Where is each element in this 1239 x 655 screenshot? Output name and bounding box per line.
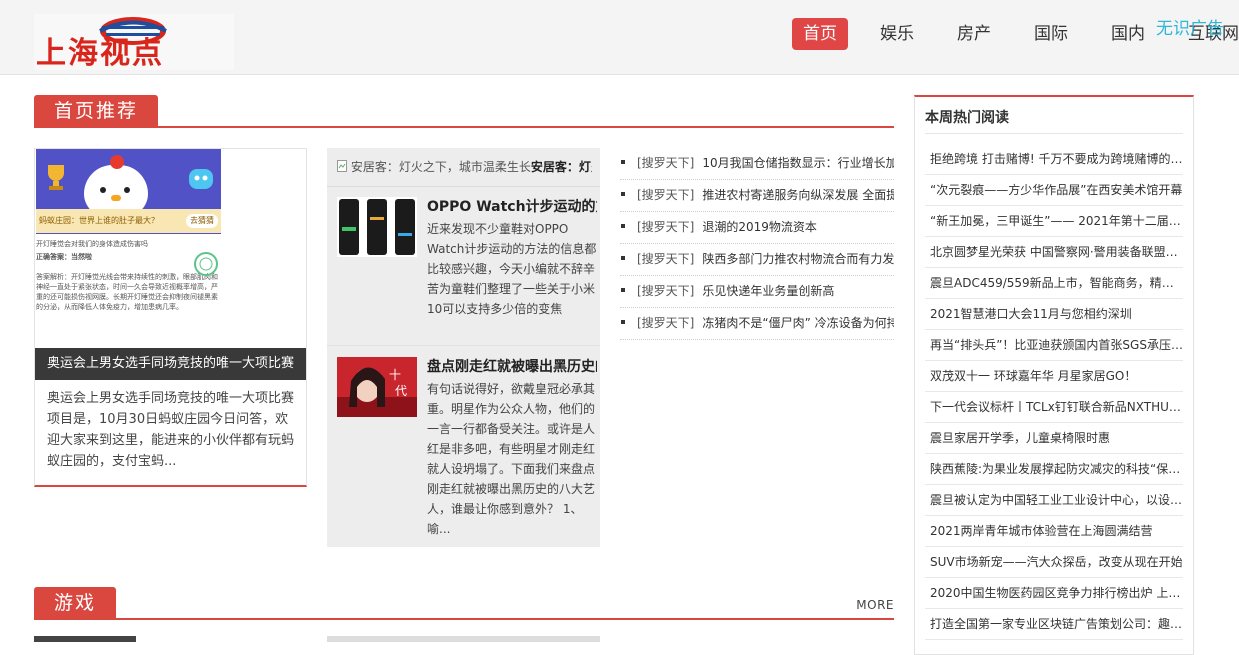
hot-read-item[interactable]: 震旦被认定为中国轻工业工业设计中心，以设计驱动创新 (925, 485, 1183, 516)
nav-item-international[interactable]: 国际 (1023, 18, 1079, 50)
news-list-item[interactable]: [搜罗天下] 退潮的2019物流资本 (620, 212, 894, 244)
article-title[interactable]: 盘点刚走红就被曝出黑历史的八大艺人 (427, 357, 597, 377)
middle-column: 安居客：灯火之下，城市温柔生长安居客：灯火之下，城市温柔生长 OPPO Watc… (327, 148, 600, 547)
hot-read-item[interactable]: 震旦ADC459/559新品上市，智能商务，精彩无限 (925, 268, 1183, 299)
nav-item-entertainment[interactable]: 娱乐 (869, 18, 925, 50)
recommend-section-header: 首页推荐 (34, 95, 894, 128)
games-thumbnail-edge (34, 636, 136, 642)
hot-read-item[interactable]: 下一代会议标杆丨TCLx钉钉联合新品NXTHUB发布 (925, 392, 1183, 423)
celebrity-image-icon: 十 代 (337, 357, 417, 417)
news-source: [搜罗天下] (637, 316, 695, 330)
nav-item-home[interactable]: 首页 (792, 18, 848, 50)
watch-image-icon (337, 197, 417, 257)
hot-read-item[interactable]: 2021智慧港口大会11月与您相约深圳 (925, 299, 1183, 330)
news-title[interactable]: 陕西多部门力推农村物流合而有力发展 (702, 252, 894, 266)
bullet-icon (621, 256, 625, 260)
quiz-question-text: 蚂蚁庄园：世界上谁的肚子最大？ (39, 216, 159, 225)
news-title[interactable]: 推进农村寄递服务向纵深发展 全面提速 (702, 188, 894, 202)
hot-read-item[interactable]: 陕西蕉陵:为果业发展撑起防灾减灾的科技“保护伞” (925, 454, 1183, 485)
hot-read-item[interactable]: 再当“排头兵”！比亚迪获颁国内首张SGS承压认证 (925, 330, 1183, 361)
bullet-icon (621, 288, 625, 292)
watch-thumbnail[interactable] (337, 197, 417, 257)
news-source: [搜罗天下] (637, 156, 695, 170)
article-title[interactable]: OPPO Watch计步运动的方法 (427, 197, 597, 217)
bullet-icon (621, 160, 625, 164)
hot-read-item[interactable]: “次元裂痕——方少华作品展”在西安美术馆开幕 (925, 175, 1183, 206)
news-title[interactable]: 10月我国仓储指数显示：行业增长加快 (702, 156, 894, 170)
recommend-section-title: 首页推荐 (34, 95, 159, 127)
bullet-icon (621, 192, 625, 196)
hot-read-item[interactable]: 震旦家居开学季，儿童桌椅限时惠 (925, 423, 1183, 454)
sidebar-title: 本周热门阅读 (925, 110, 1009, 126)
top-image-alt: 安居客：灯火之下，城市温柔生长 (350, 160, 531, 174)
news-list-item[interactable]: [搜罗天下] 陕西多部门力推农村物流合而有力发展 (620, 244, 894, 276)
news-list-item[interactable]: [搜罗天下] 10月我国仓储指数显示：行业增长加快 (620, 148, 894, 180)
broken-image-icon (337, 160, 347, 172)
quiz-guess-button: 去猜猜 (186, 214, 218, 228)
sidebar-divider (925, 133, 1183, 134)
svg-text:代: 代 (395, 384, 407, 398)
ad-link[interactable]: 无识广告 (1156, 14, 1224, 39)
article-desc: 近来发现不少童鞋对OPPO Watch计步运动的方法的信息都比较感兴趣，今天小编… (427, 222, 597, 316)
news-source: [搜罗天下] (637, 284, 695, 298)
news-title[interactable]: 乐见快递年业务量创新高 (702, 284, 834, 298)
bullet-icon (621, 320, 625, 324)
news-list: [搜罗天下] 10月我国仓储指数显示：行业增长加快 [搜罗天下] 推进农村寄递服务向… (620, 148, 894, 340)
top-image-link[interactable]: 安居客：灯火之下，城市温柔生长安居客：灯火之下，城市温柔生长 (337, 158, 592, 175)
games-section-title: 游戏 (34, 587, 117, 619)
news-source: [搜罗天下] (637, 220, 695, 234)
games-more-link[interactable]: MORE (856, 598, 894, 612)
feature-image[interactable]: 蚂蚁庄园：世界上谁的肚子最大？ 去猜猜 开灯睡觉会对我们的身体造成伤害吗 正确答… (35, 149, 306, 348)
news-title[interactable]: 冻猪肉不是“僵尸肉” 冷冻设备为何持续走高 (702, 316, 894, 330)
feature-title[interactable]: 奥运会上男女选手同场竞技的唯一大项比赛 (35, 348, 306, 380)
hot-reads-list: 拒绝跨境 打击赌博! 千万不要成为跨境赌博的受害者 “次元裂痕——方少华作品展”… (925, 144, 1183, 640)
article-desc: 有句话说得好，欲戴皇冠必承其重。明星作为公众人物，他们的一言一行都备受关注。或许… (427, 382, 596, 536)
news-list-item[interactable]: [搜罗天下] 冻猪肉不是“僵尸肉” 冷冻设备为何持续走高 (620, 308, 894, 340)
hot-read-item[interactable]: 2020中国生物医药园区竞争力排行榜出炉 上海领先 (925, 578, 1183, 609)
hot-reads-sidebar: 本周热门阅读 拒绝跨境 打击赌博! 千万不要成为跨境赌博的受害者 “次元裂痕——… (914, 95, 1194, 655)
news-list-item[interactable]: [搜罗天下] 乐见快递年业务量创新高 (620, 276, 894, 308)
hot-read-item[interactable]: SUV市场新宠——汽大众探岳，改变从现在开始 (925, 547, 1183, 578)
games-section-header: 游戏 MORE (34, 587, 894, 620)
bullet-icon (621, 224, 625, 228)
hot-read-item[interactable]: 打造全国第一家专业区块链广告策划公司：趣链科技 (925, 609, 1183, 640)
robot-icon (189, 169, 213, 189)
hot-read-item[interactable]: 2021两岸青年城市体验营在上海圆满结营 (925, 516, 1183, 547)
site-logo[interactable]: 上海视点 (34, 14, 234, 70)
hot-read-item[interactable]: 北京圆梦星光荣获 中国警察网·警用装备联盟理事单位 (925, 237, 1183, 268)
news-title[interactable]: 退潮的2019物流资本 (702, 220, 817, 234)
logo-text: 上海视点 (36, 36, 164, 70)
feature-desc: 奥运会上男女选手同场竞技的唯一大项比赛项目是，10月30日蚂蚁庄园今日问答，欢迎… (47, 391, 295, 469)
nav-item-domestic[interactable]: 国内 (1100, 18, 1156, 50)
top-image-title: 安居客：灯火之下，城市温柔生长 (530, 160, 592, 174)
hot-read-item[interactable]: “新王加冕，三甲诞生”—— 2021年第十二届全国 (925, 206, 1183, 237)
nav-item-realestate[interactable]: 房产 (946, 18, 1002, 50)
hot-read-item[interactable]: 拒绝跨境 打击赌博! 千万不要成为跨境赌博的受害者 (925, 144, 1183, 175)
svg-text:十: 十 (389, 368, 401, 382)
news-list-item[interactable]: [搜罗天下] 推进农村寄递服务向纵深发展 全面提速 (620, 180, 894, 212)
quiz-q: 开灯睡觉会对我们的身体造成伤害吗 (36, 240, 148, 248)
news-source: [搜罗天下] (637, 188, 695, 202)
quiz-explain: 答案解析：开灯睡觉光线会带来持续性的刺激，眼部肌肉和神经一直处于紧张状态，时间一… (36, 273, 218, 311)
news-source: [搜罗天下] (637, 252, 695, 266)
quiz-question: 蚂蚁庄园：世界上谁的肚子最大？ 去猜猜 (36, 209, 221, 233)
trophy-icon (48, 165, 64, 190)
feature-card[interactable]: 蚂蚁庄园：世界上谁的肚子最大？ 去猜猜 开灯睡觉会对我们的身体造成伤害吗 正确答… (34, 148, 307, 487)
stamp-icon (194, 252, 218, 276)
hot-read-item[interactable]: 双茂双十一 环球嘉年华 月星家居GO！ (925, 361, 1183, 392)
games-thumbnail-edge (327, 636, 600, 642)
celebrity-thumbnail[interactable]: 十 代 (337, 357, 417, 417)
site-header: 上海视点 首页 娱乐 房产 国际 国内 互联网 无识广告 (0, 0, 1239, 75)
